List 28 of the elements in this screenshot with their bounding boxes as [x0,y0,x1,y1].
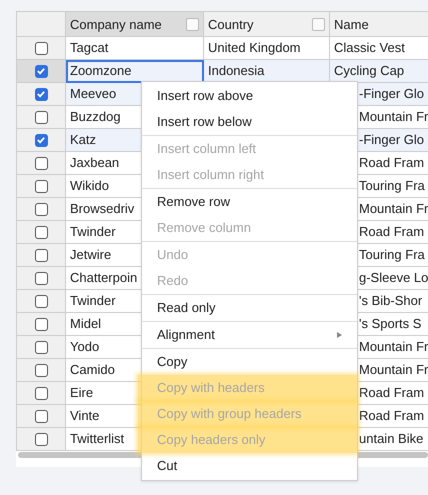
checkbox[interactable] [34,64,48,78]
table-cell: Cycling Cap [330,60,428,83]
checkbox[interactable] [34,432,48,446]
checkbox[interactable] [34,134,48,146]
checkbox[interactable] [34,156,48,170]
menu-item[interactable]: Cut [142,453,357,479]
checkbox[interactable] [34,180,48,192]
column-header[interactable]: Company name [66,11,204,37]
column-header[interactable]: Name [330,11,428,37]
checkbox[interactable] [34,272,48,284]
checkbox[interactable] [34,386,48,400]
corner-header-cell[interactable] [16,11,66,37]
checkbox[interactable] [34,318,48,330]
menu-item[interactable]: Read only [142,295,357,321]
table-cell: Zoomzone [66,60,204,83]
table-cell: Indonesia [204,60,330,83]
checkbox[interactable] [34,340,48,354]
checkbox[interactable] [34,226,48,238]
column-header[interactable]: Country [204,11,330,37]
checkbox[interactable] [34,248,48,262]
checkbox[interactable] [34,42,48,54]
checkbox[interactable] [34,364,48,376]
checkbox[interactable] [34,410,48,422]
checkbox[interactable] [34,110,48,124]
checkbox[interactable] [34,88,48,100]
checkbox[interactable] [34,294,48,308]
checkbox[interactable] [34,202,48,216]
menu-item[interactable]: Alignment [142,322,357,348]
